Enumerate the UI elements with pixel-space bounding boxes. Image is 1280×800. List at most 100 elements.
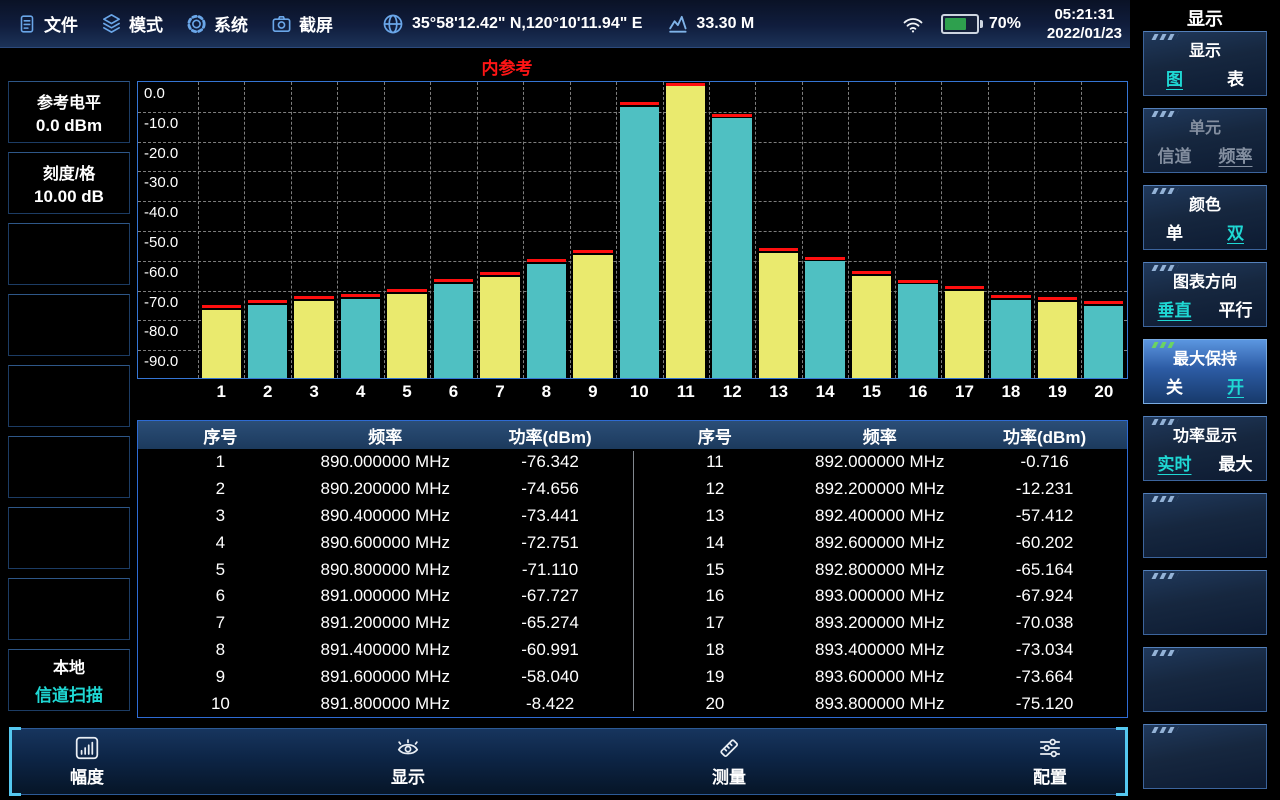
- table-cell: 12: [633, 479, 798, 499]
- param-box-scale-per-div[interactable]: 刻度/格 10.00 dB: [8, 152, 130, 214]
- bar: [620, 107, 659, 378]
- softkey-option[interactable]: 开: [1227, 373, 1244, 398]
- softkey-option[interactable]: 关: [1166, 373, 1183, 398]
- table-cell: 8: [138, 640, 303, 660]
- menu-item-screenshot[interactable]: 截屏: [270, 11, 333, 36]
- table-cell: 20: [633, 694, 798, 714]
- gridline-v: [709, 82, 710, 378]
- table-row: 15892.800000 MHz-65.164: [633, 556, 1128, 583]
- x-axis-label: 12: [709, 382, 755, 408]
- wifi-icon: [899, 12, 927, 36]
- right-panel-box-3[interactable]: 图表方向垂直平行: [1143, 262, 1267, 327]
- softkey-option[interactable]: 最大: [1219, 450, 1253, 475]
- right-panel-box-2[interactable]: 颜色单 双: [1143, 185, 1267, 250]
- table-cell: -73.664: [962, 667, 1127, 687]
- softkey-option[interactable]: 双: [1227, 219, 1244, 244]
- softkey-option[interactable]: 表: [1227, 65, 1244, 90]
- table-row: 13892.400000 MHz-57.412: [633, 503, 1128, 530]
- gridline-v: [988, 82, 989, 378]
- table-row: 4890.600000 MHz-72.751: [138, 529, 633, 556]
- table-row: 18893.400000 MHz-73.034: [633, 637, 1128, 664]
- y-axis-label: -50.0: [144, 234, 178, 251]
- globe-icon: [381, 12, 405, 36]
- param-title: 刻度/格: [43, 160, 95, 184]
- softkey-option[interactable]: 图: [1166, 65, 1183, 90]
- bar: [666, 84, 705, 378]
- clock-display: 05:21:31 2022/01/23: [1047, 5, 1122, 43]
- right-panel-box-5[interactable]: 功率显示实时最大: [1143, 416, 1267, 481]
- right-bracket-decoration: [1116, 727, 1128, 796]
- table-cell: 891.600000 MHz: [303, 667, 468, 687]
- table-header: 序号 频率 功率(dBm) 序号 频率 功率(dBm): [138, 421, 1127, 449]
- softkey-option[interactable]: 单: [1166, 219, 1183, 244]
- bottom-menu-display[interactable]: 显示: [360, 735, 456, 788]
- gridline-v: [1081, 82, 1082, 378]
- bar: [434, 284, 473, 378]
- softkey-placeholder: [8, 294, 130, 356]
- sliders-icon: [1037, 735, 1063, 761]
- bar: [712, 118, 751, 378]
- header-cell-frequency: 频率: [303, 423, 468, 448]
- table-row: 9891.600000 MHz-58.040: [138, 663, 633, 690]
- gridline-v: [291, 82, 292, 378]
- right-panel-box-4[interactable]: 最大保持关开: [1143, 339, 1267, 404]
- time-value: 05:21:31: [1047, 5, 1122, 24]
- local-mode-box[interactable]: 本地 信道扫描: [8, 649, 130, 711]
- table-cell: 890.000000 MHz: [303, 452, 468, 472]
- table-cell: -76.342: [468, 452, 633, 472]
- table-cell: 891.400000 MHz: [303, 640, 468, 660]
- bar: [1084, 306, 1123, 378]
- header-cell-frequency: 频率: [797, 423, 962, 448]
- table-cell: 891.200000 MHz: [303, 613, 468, 633]
- bar: [945, 291, 984, 378]
- right-panel-header: 显示: [1130, 5, 1280, 31]
- max-hold-cap: [294, 296, 333, 299]
- table-cell: 893.600000 MHz: [797, 667, 962, 687]
- softkey-option[interactable]: 平行: [1219, 296, 1253, 321]
- table-row: 10891.800000 MHz-8.422: [138, 690, 633, 717]
- right-panel-box-0[interactable]: 显示图 表: [1143, 31, 1267, 96]
- menu-item-file[interactable]: 文件: [16, 11, 78, 36]
- softkey-option[interactable]: 垂直: [1158, 296, 1192, 321]
- softkey-title: 显示: [1189, 37, 1221, 61]
- bar: [573, 255, 612, 378]
- x-axis-label: 20: [1081, 382, 1127, 408]
- softkey-placeholder: [1143, 724, 1267, 789]
- softkey-placeholder: [8, 365, 130, 427]
- max-hold-cap: [527, 259, 566, 262]
- y-axis-label: -70.0: [144, 294, 178, 311]
- menu-item-system[interactable]: 系统: [185, 11, 248, 36]
- softkey-placeholder: [8, 436, 130, 498]
- param-value: 10.00 dB: [34, 187, 104, 207]
- table-left-half: 1890.000000 MHz-76.3422890.200000 MHz-74…: [138, 449, 633, 717]
- table-cell: -71.110: [468, 560, 633, 580]
- menu-item-mode[interactable]: 模式: [100, 11, 163, 36]
- bottom-menu-config[interactable]: 配置: [1002, 735, 1098, 788]
- table-row: 14892.600000 MHz-60.202: [633, 529, 1128, 556]
- softkey-option: 信道: [1158, 142, 1192, 167]
- softkey-placeholder: [8, 507, 130, 569]
- table-cell: 890.400000 MHz: [303, 506, 468, 526]
- table-cell: 19: [633, 667, 798, 687]
- table-cell: 893.200000 MHz: [797, 613, 962, 633]
- table-row: 16893.000000 MHz-67.924: [633, 583, 1128, 610]
- battery-icon: [941, 14, 983, 34]
- table-cell: 892.800000 MHz: [797, 560, 962, 580]
- softkey-options: 实时 最大: [1144, 450, 1266, 475]
- param-box-ref-level[interactable]: 参考电平 0.0 dBm: [8, 81, 130, 143]
- bottom-menu-amplitude[interactable]: 幅度: [39, 735, 135, 788]
- y-axis-label: -20.0: [144, 145, 178, 162]
- right-panel-box-1[interactable]: 单元信道频率: [1143, 108, 1267, 173]
- bottom-menu-measure[interactable]: 测量: [681, 735, 777, 788]
- x-axis-label: 18: [988, 382, 1034, 408]
- softkey-title: 颜色: [1189, 191, 1221, 215]
- softkey-placeholder: [1143, 570, 1267, 635]
- table-cell: 2: [138, 479, 303, 499]
- max-hold-cap: [852, 271, 891, 274]
- results-table: 序号 频率 功率(dBm) 序号 频率 功率(dBm) 1890.000000 …: [137, 420, 1128, 718]
- altitude-value: 33.30 M: [696, 15, 754, 33]
- max-hold-cap: [991, 295, 1030, 298]
- softkey-option[interactable]: 实时: [1158, 450, 1192, 475]
- gps-display: 35°58'12.42" N,120°10'11.94" E: [381, 12, 642, 36]
- battery-indicator: 70%: [941, 14, 1021, 34]
